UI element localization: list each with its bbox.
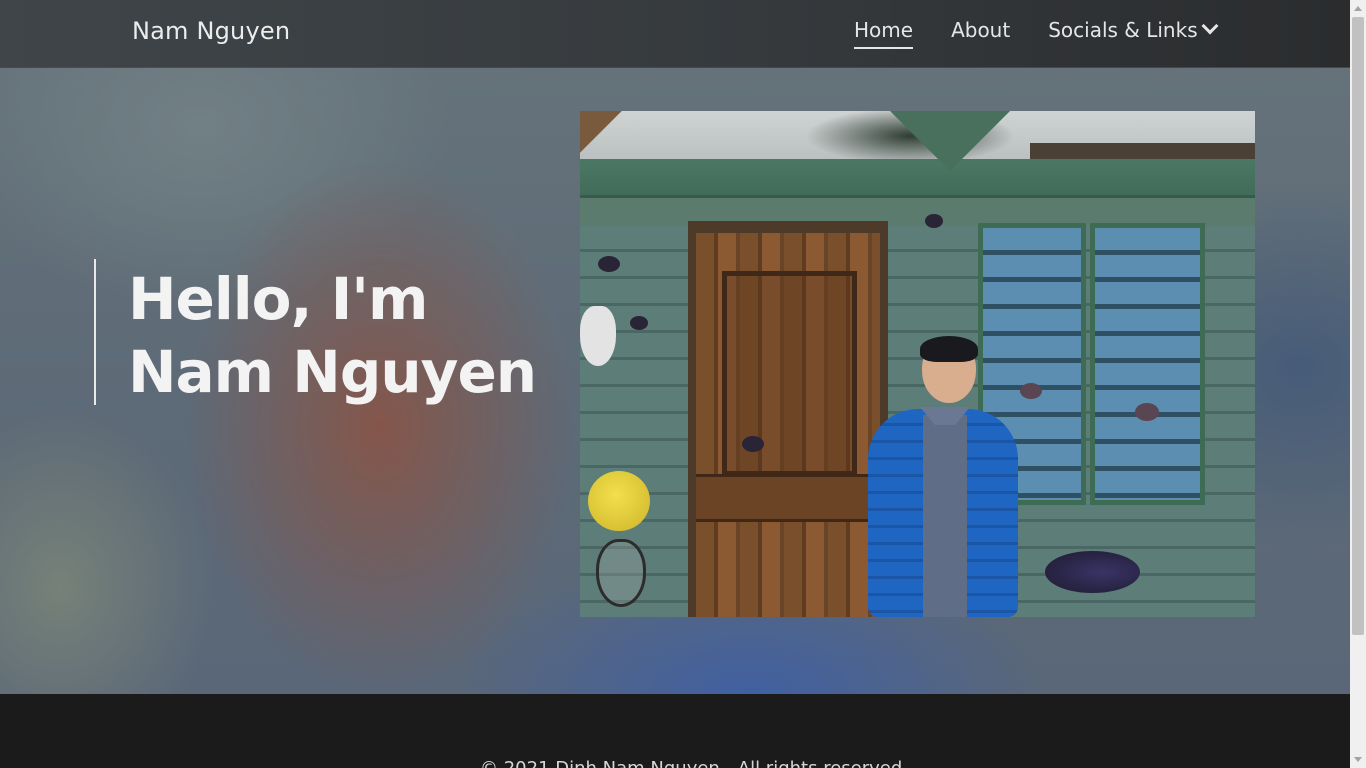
nav-socials-dropdown[interactable]: Socials & Links [1048, 17, 1219, 49]
site-header: Nam Nguyen Home About Socials & Links [0, 0, 1350, 67]
hero-section: Hello, I'm Nam Nguyen [0, 67, 1350, 694]
chevron-down-icon [1201, 17, 1219, 35]
scroll-up-icon[interactable] [1354, 6, 1362, 11]
main-nav: Home About Socials & Links [854, 17, 1219, 49]
hero-title: Hello, I'm Nam Nguyen [128, 263, 537, 409]
brand-logo-link[interactable]: Nam Nguyen [132, 17, 290, 45]
hero-title-line2: Nam Nguyen [128, 338, 537, 406]
copyright-text: © 2021 Dinh Nam Nguyen - All rights rese… [480, 758, 908, 768]
hero-divider [94, 259, 96, 405]
profile-photo [580, 111, 1255, 617]
page: Nam Nguyen Home About Socials & Links He… [0, 0, 1350, 768]
nav-socials-label: Socials & Links [1048, 18, 1198, 42]
site-footer: © 2021 Dinh Nam Nguyen - All rights rese… [0, 694, 1350, 768]
hero-title-line1: Hello, I'm [128, 265, 428, 333]
nav-about-link[interactable]: About [951, 18, 1010, 49]
scroll-down-icon[interactable] [1354, 757, 1362, 762]
nav-home-link[interactable]: Home [854, 18, 914, 49]
page-scrollbar[interactable] [1350, 0, 1366, 768]
scroll-thumb[interactable] [1352, 17, 1364, 635]
